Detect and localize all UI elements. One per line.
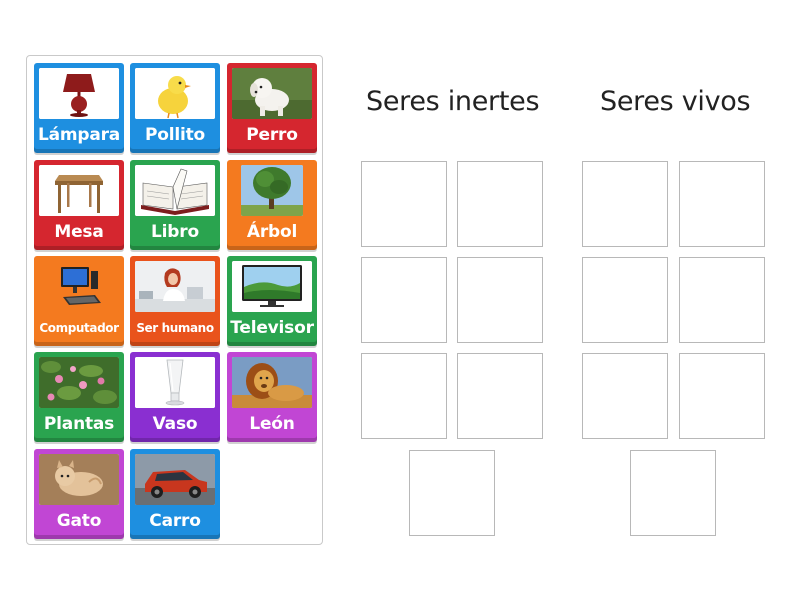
card-plantas[interactable]: Plantas bbox=[34, 352, 124, 442]
card-label: Vaso bbox=[152, 414, 198, 434]
drop-slot-inertes[interactable] bbox=[409, 450, 495, 536]
glass-icon bbox=[135, 357, 215, 408]
card-label: Televisor bbox=[230, 318, 314, 338]
card-label: Lámpara bbox=[37, 125, 121, 145]
card-ser-humano[interactable]: Ser humano bbox=[130, 256, 220, 346]
drop-slot-vivos[interactable] bbox=[582, 161, 668, 247]
card-bank: Lámpara Pollito Perro Mesa Libro Árbol C… bbox=[26, 55, 323, 545]
drop-slot-inertes[interactable] bbox=[457, 257, 543, 343]
card-vaso[interactable]: Vaso bbox=[130, 352, 220, 442]
book-icon bbox=[135, 165, 215, 216]
card-label: León bbox=[249, 414, 295, 434]
drop-slot-inertes[interactable] bbox=[361, 161, 447, 247]
card-label: Mesa bbox=[54, 222, 104, 242]
card-computador[interactable]: Computador bbox=[34, 256, 124, 346]
card-label: Libro bbox=[151, 222, 199, 242]
card-lampara[interactable]: Lámpara bbox=[34, 63, 124, 153]
lion-icon bbox=[232, 357, 312, 408]
drop-slot-vivos[interactable] bbox=[679, 353, 765, 439]
card-label: Gato bbox=[56, 511, 102, 531]
drop-slot-vivos[interactable] bbox=[630, 450, 716, 536]
card-label: Pollito bbox=[144, 125, 206, 145]
drop-slot-inertes[interactable] bbox=[457, 353, 543, 439]
card-pollito[interactable]: Pollito bbox=[130, 63, 220, 153]
card-mesa[interactable]: Mesa bbox=[34, 160, 124, 250]
dog-icon bbox=[232, 68, 312, 119]
drop-slot-vivos[interactable] bbox=[679, 257, 765, 343]
card-label: Ser humano bbox=[136, 321, 214, 335]
card-label: Computador bbox=[39, 321, 119, 335]
card-perro[interactable]: Perro bbox=[227, 63, 317, 153]
car-icon bbox=[135, 454, 215, 505]
chick-icon bbox=[135, 68, 215, 119]
tree-icon bbox=[241, 165, 303, 216]
card-label: Árbol bbox=[246, 222, 298, 242]
drop-slot-vivos[interactable] bbox=[582, 257, 668, 343]
plants-icon bbox=[39, 357, 119, 408]
drop-slot-vivos[interactable] bbox=[582, 353, 668, 439]
drop-slot-inertes[interactable] bbox=[361, 257, 447, 343]
column-title-vivos: Seres vivos bbox=[600, 86, 751, 117]
computer-icon bbox=[39, 261, 119, 312]
card-carro[interactable]: Carro bbox=[130, 449, 220, 539]
drop-slot-inertes[interactable] bbox=[361, 353, 447, 439]
table-icon bbox=[39, 165, 119, 216]
card-gato[interactable]: Gato bbox=[34, 449, 124, 539]
card-libro[interactable]: Libro bbox=[130, 160, 220, 250]
card-leon[interactable]: León bbox=[227, 352, 317, 442]
card-label: Plantas bbox=[43, 414, 115, 434]
television-icon bbox=[232, 261, 312, 312]
drop-slot-inertes[interactable] bbox=[457, 161, 543, 247]
column-title-inertes: Seres inertes bbox=[366, 86, 540, 117]
cat-icon bbox=[39, 454, 119, 505]
card-label: Carro bbox=[149, 511, 201, 531]
lamp-icon bbox=[39, 68, 119, 119]
card-arbol[interactable]: Árbol bbox=[227, 160, 317, 250]
drop-slot-vivos[interactable] bbox=[679, 161, 765, 247]
human-icon bbox=[135, 261, 215, 312]
card-label: Perro bbox=[246, 125, 298, 145]
card-televisor[interactable]: Televisor bbox=[227, 256, 317, 346]
